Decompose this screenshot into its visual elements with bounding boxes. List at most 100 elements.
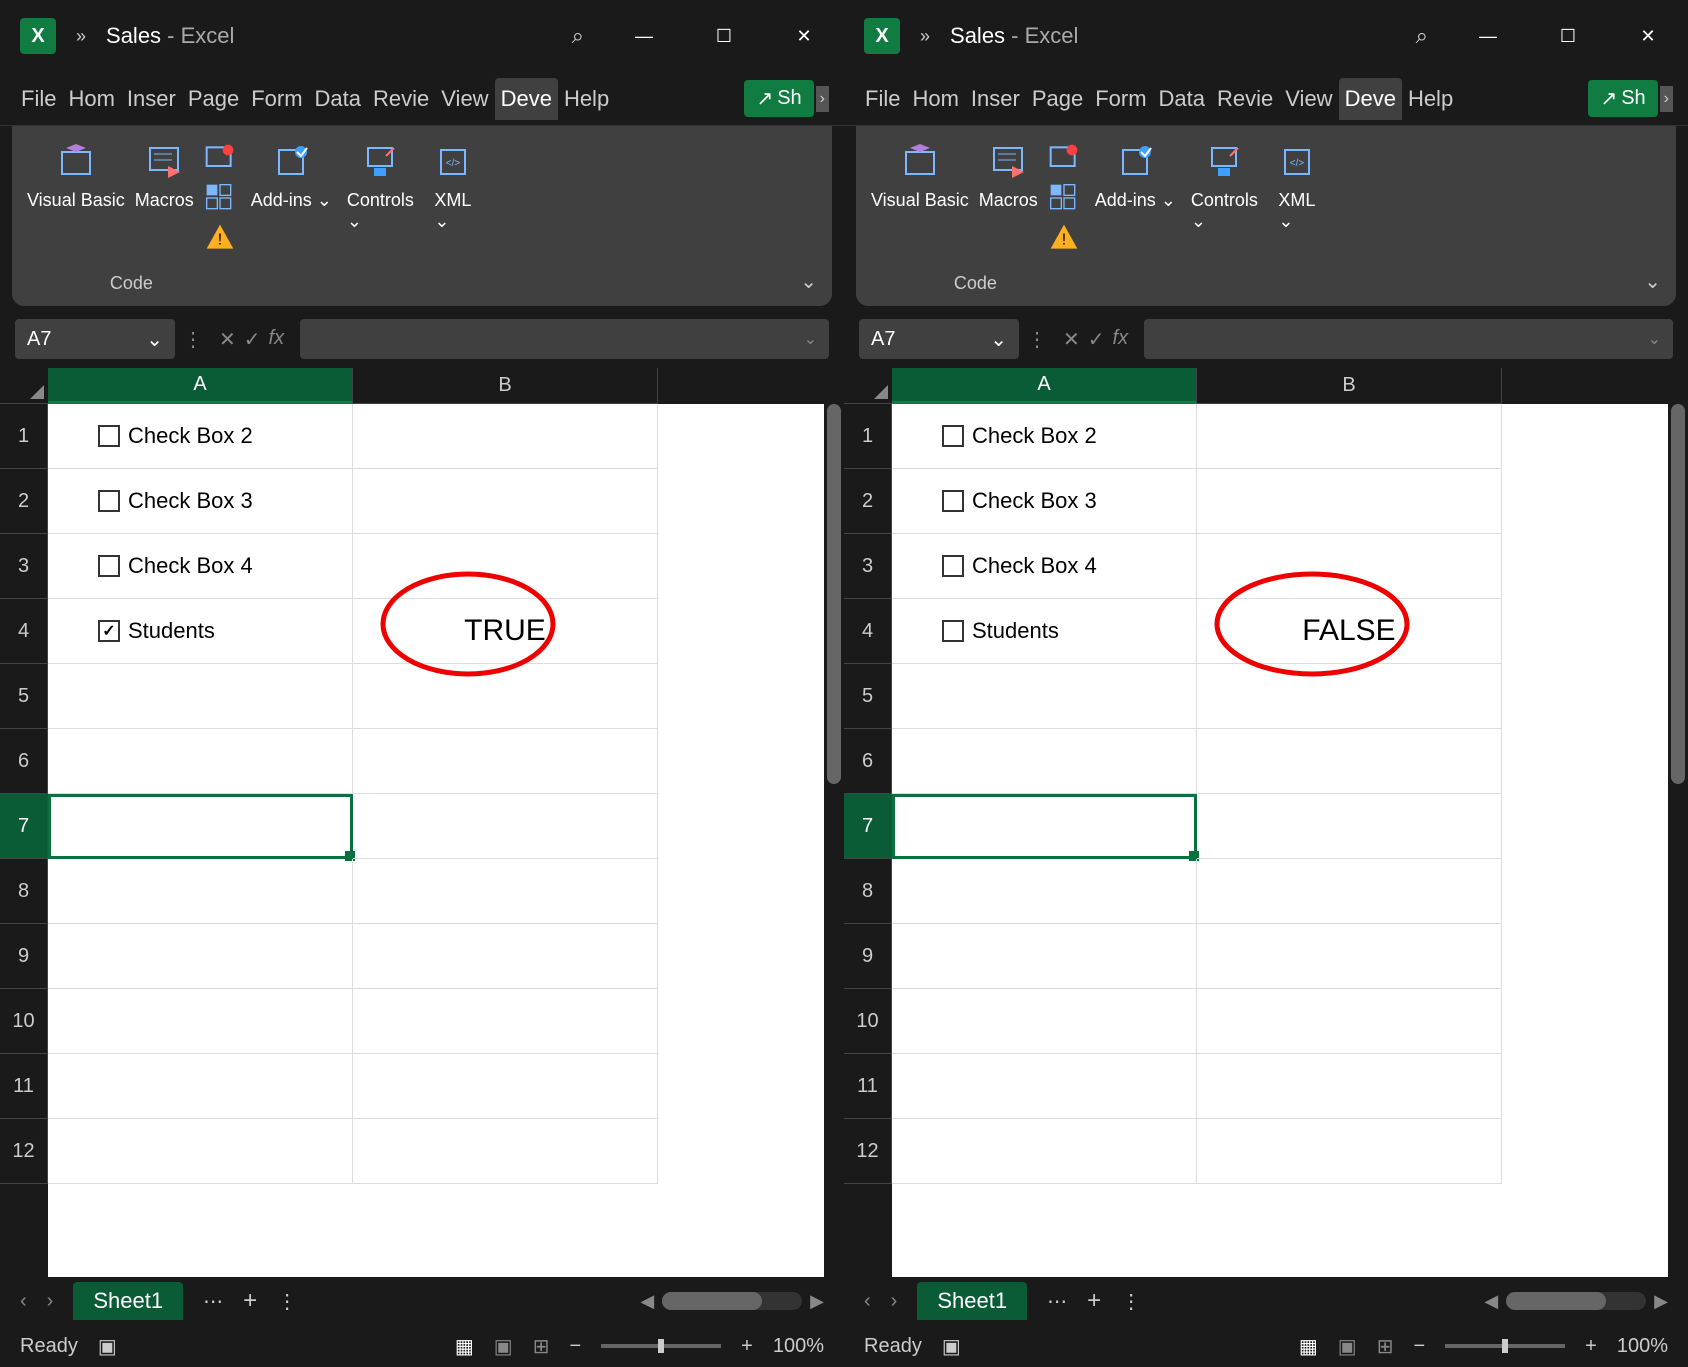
cell-b9[interactable]: [1197, 924, 1502, 989]
tab-home[interactable]: Hom: [62, 78, 120, 120]
col-header-a[interactable]: A: [48, 368, 353, 404]
macro-security-button[interactable]: !: [204, 222, 236, 254]
view-page-layout-icon[interactable]: ▣: [494, 1334, 513, 1359]
tab-file[interactable]: File: [15, 78, 62, 120]
tab-data[interactable]: Data: [1153, 78, 1211, 120]
cell-a7[interactable]: [892, 794, 1197, 859]
share-button[interactable]: ↗Sh: [1588, 80, 1657, 117]
macro-rec-icon[interactable]: ▣: [942, 1334, 961, 1359]
row-header-8[interactable]: 8: [0, 859, 48, 924]
cell-a6[interactable]: [48, 729, 353, 794]
search-icon[interactable]: ⌕: [1416, 23, 1428, 49]
cell-a2[interactable]: Check Box 3: [892, 469, 1197, 534]
close-button[interactable]: ✕: [784, 26, 824, 47]
vscroll-thumb[interactable]: [1671, 404, 1685, 784]
row-header-12[interactable]: 12: [0, 1119, 48, 1184]
cell-a10[interactable]: [892, 989, 1197, 1054]
checkbox-2[interactable]: [942, 425, 964, 447]
formula-input[interactable]: ⌄: [1144, 319, 1673, 359]
xml-button[interactable]: </> XML⌄: [429, 138, 477, 294]
sheet-tab-menu-icon[interactable]: ⋯: [203, 1289, 223, 1314]
view-normal-icon[interactable]: ▦: [1299, 1334, 1318, 1359]
cell-b2[interactable]: [1197, 469, 1502, 534]
macro-rec-icon[interactable]: ▣: [98, 1334, 117, 1359]
zoom-out-button[interactable]: −: [569, 1335, 581, 1358]
row-header-2[interactable]: 2: [844, 469, 892, 534]
tab-insert[interactable]: Inser: [965, 78, 1026, 120]
controls-button[interactable]: Controls⌄: [1191, 138, 1258, 294]
sheet-nav-prev[interactable]: ‹: [864, 1290, 871, 1313]
xml-button[interactable]: </> XML⌄: [1273, 138, 1321, 294]
sheet-nav-next[interactable]: ›: [47, 1290, 54, 1313]
addins-button[interactable]: Add-ins ⌄: [251, 138, 332, 294]
tab-home[interactable]: Hom: [906, 78, 964, 120]
tabs-overflow-icon[interactable]: ›: [1660, 86, 1673, 112]
cell-b6[interactable]: [1197, 729, 1502, 794]
zoom-slider-thumb[interactable]: [658, 1339, 664, 1353]
enter-formula-button[interactable]: ✓: [244, 327, 261, 352]
view-page-break-icon[interactable]: ⊞: [1377, 1334, 1394, 1359]
tab-view[interactable]: View: [435, 78, 494, 120]
cell-b2[interactable]: [353, 469, 658, 534]
col-header-a[interactable]: A: [892, 368, 1197, 404]
row-header-2[interactable]: 2: [0, 469, 48, 534]
cell-b12[interactable]: [1197, 1119, 1502, 1184]
select-all-corner[interactable]: [844, 368, 892, 404]
horizontal-scrollbar[interactable]: [662, 1292, 802, 1310]
tab-page-layout[interactable]: Page: [1026, 78, 1089, 120]
zoom-in-button[interactable]: +: [1585, 1335, 1597, 1358]
sheet-tab-sheet1[interactable]: Sheet1: [73, 1282, 183, 1320]
addins-button[interactable]: Add-ins ⌄: [1095, 138, 1176, 294]
maximize-button[interactable]: ☐: [1548, 26, 1588, 47]
cell-b1[interactable]: [1197, 404, 1502, 469]
sheet-tab-sheet1[interactable]: Sheet1: [917, 1282, 1027, 1320]
formula-expand-icon[interactable]: ⌄: [804, 329, 817, 349]
tab-data[interactable]: Data: [309, 78, 367, 120]
cell-b7[interactable]: [1197, 794, 1502, 859]
zoom-slider-thumb[interactable]: [1502, 1339, 1508, 1353]
row-header-4[interactable]: 4: [0, 599, 48, 664]
cell-a11[interactable]: [48, 1054, 353, 1119]
sheet-options-icon[interactable]: ⋮: [277, 1289, 297, 1314]
cell-b10[interactable]: [1197, 989, 1502, 1054]
sheet-nav-prev[interactable]: ‹: [20, 1290, 27, 1313]
row-header-3[interactable]: 3: [0, 534, 48, 599]
view-normal-icon[interactable]: ▦: [455, 1334, 474, 1359]
visual-basic-button[interactable]: Visual Basic: [27, 138, 125, 254]
row-header-10[interactable]: 10: [844, 989, 892, 1054]
cell-a6[interactable]: [892, 729, 1197, 794]
cell-b1[interactable]: [353, 404, 658, 469]
row-header-11[interactable]: 11: [844, 1054, 892, 1119]
cell-a4[interactable]: Students: [892, 599, 1197, 664]
row-header-5[interactable]: 5: [844, 664, 892, 729]
tab-developer[interactable]: Deve: [1339, 78, 1402, 120]
collapse-ribbon-icon[interactable]: ⌄: [800, 269, 817, 294]
macros-button[interactable]: Macros: [135, 138, 194, 254]
tab-review[interactable]: Revie: [1211, 78, 1279, 120]
hscroll-left[interactable]: ◀: [1484, 1291, 1498, 1312]
checkbox-4[interactable]: [942, 555, 964, 577]
tab-formulas[interactable]: Form: [1089, 78, 1152, 120]
row-header-4[interactable]: 4: [844, 599, 892, 664]
col-header-b[interactable]: B: [1197, 368, 1502, 404]
hscroll-left[interactable]: ◀: [640, 1291, 654, 1312]
row-header-10[interactable]: 10: [0, 989, 48, 1054]
row-header-9[interactable]: 9: [844, 924, 892, 989]
record-macro-button[interactable]: [1048, 142, 1080, 174]
row-header-7[interactable]: 7: [0, 794, 48, 859]
add-sheet-button[interactable]: +: [243, 1287, 257, 1315]
row-header-1[interactable]: 1: [0, 404, 48, 469]
hscroll-right[interactable]: ▶: [810, 1291, 824, 1312]
row-header-1[interactable]: 1: [844, 404, 892, 469]
macro-security-button[interactable]: !: [1048, 222, 1080, 254]
row-header-9[interactable]: 9: [0, 924, 48, 989]
checkbox-4[interactable]: [98, 555, 120, 577]
search-icon[interactable]: ⌕: [572, 23, 584, 49]
share-button[interactable]: ↗Sh: [744, 80, 813, 117]
cell-b11[interactable]: [1197, 1054, 1502, 1119]
cell-a9[interactable]: [48, 924, 353, 989]
formula-expand-icon[interactable]: ⌄: [1648, 329, 1661, 349]
name-box-dropdown-icon[interactable]: ⌄: [990, 327, 1007, 352]
enter-formula-button[interactable]: ✓: [1088, 327, 1105, 352]
collapse-ribbon-icon[interactable]: ⌄: [1644, 269, 1661, 294]
